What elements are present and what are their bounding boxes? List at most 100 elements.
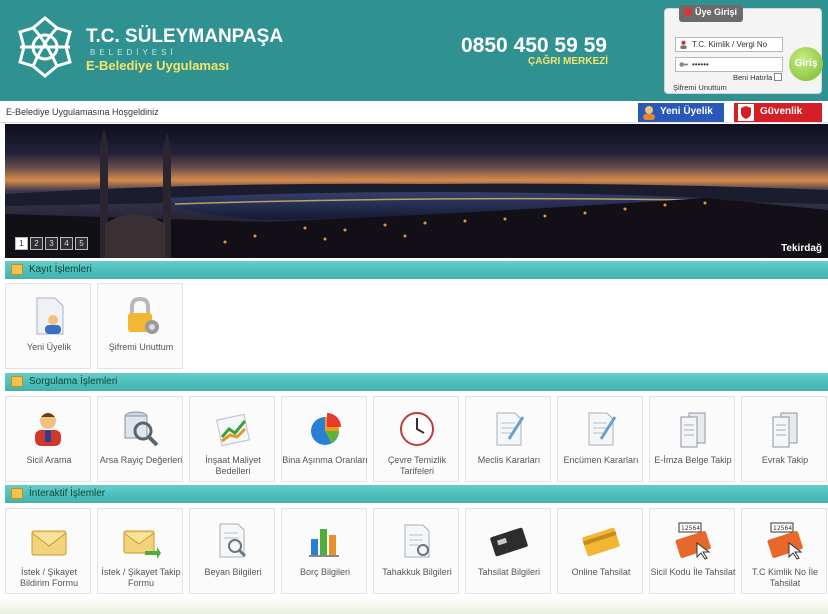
tile-borc-bilgileri[interactable]: Borç Bilgileri bbox=[281, 508, 367, 594]
section-title: İnteraktif İşlemler bbox=[29, 488, 106, 499]
remember-me-label: Beni Hatırla bbox=[733, 73, 773, 82]
tile-beyan-bilgileri[interactable]: Beyan Bilgileri bbox=[189, 508, 275, 594]
pie-chart-icon bbox=[311, 413, 341, 445]
brand-title: T.C. SÜLEYMANPAŞA bbox=[86, 26, 284, 47]
tile-label: Encümen Kararları bbox=[563, 455, 639, 465]
tiles-interaktif: İstek / Şikayet Bildirim Formu İstek / Ş… bbox=[5, 508, 827, 594]
tile-label: Bina Aşınma Oranları bbox=[282, 455, 368, 465]
tile-label: Beyan Bilgileri bbox=[204, 567, 262, 577]
tile-e-imza-belge-takip[interactable]: E-İmza Belge Takip bbox=[649, 396, 735, 482]
tile-label: Sicil Kodu İle Tahsilat bbox=[650, 567, 736, 577]
slide-button[interactable]: 5 bbox=[75, 237, 88, 250]
document-stack-icon bbox=[680, 412, 706, 448]
clock-icon bbox=[400, 412, 434, 446]
section-header-interaktif: İnteraktif İşlemler bbox=[5, 485, 828, 503]
database-search-icon bbox=[124, 411, 159, 447]
slide-button[interactable]: 2 bbox=[30, 237, 43, 250]
slide-button[interactable]: 4 bbox=[60, 237, 73, 250]
lock-icon bbox=[128, 296, 159, 334]
slide-button[interactable]: 1 bbox=[15, 237, 28, 250]
tile-sicil-arama[interactable]: Sicil Arama bbox=[5, 396, 91, 482]
tile-label: İstek / Şikayet Takip Formu bbox=[101, 567, 181, 588]
callcenter-phone: 0850 450 59 59 bbox=[461, 34, 607, 57]
tile-tahsilat-bilgileri[interactable]: Tahsilat Bilgileri bbox=[465, 508, 551, 594]
tile-label: Şifremi Unuttum bbox=[108, 342, 174, 352]
folder-icon bbox=[11, 488, 23, 499]
credit-card-icon bbox=[582, 527, 620, 557]
tile-label: T.C Kimlik No İle Tahsilat bbox=[751, 567, 818, 588]
login-tab-label: Üye Girişi bbox=[695, 7, 738, 17]
new-user-icon bbox=[36, 297, 64, 335]
tile-label: Arsa Rayiç Değerleri bbox=[99, 455, 183, 465]
document-edit-icon bbox=[404, 524, 430, 558]
tile-tahakkuk-bilgileri[interactable]: Tahakkuk Bilgileri bbox=[373, 508, 459, 594]
avatar-icon bbox=[643, 106, 655, 120]
visa-card-icon bbox=[490, 527, 528, 557]
tile-label: İnşaat Maliyet Bedelleri bbox=[205, 455, 261, 476]
tile-istek-sikayet-bildirim[interactable]: İstek / Şikayet Bildirim Formu bbox=[5, 508, 91, 594]
tile-forgot-password[interactable]: Şifremi Unuttum bbox=[97, 283, 183, 369]
password-value: •••••• bbox=[692, 60, 709, 69]
brand-app-name: E-Belediye Uygulaması bbox=[86, 58, 230, 73]
tile-arsa-rayic[interactable]: Arsa Rayiç Değerleri bbox=[97, 396, 183, 482]
document-stack-icon bbox=[772, 412, 798, 448]
login-box: Üye Girişi T.C. Kimlik / Vergi No ••••••… bbox=[664, 5, 823, 94]
tile-label: Çevre Temizlik Tarifeleri bbox=[387, 455, 447, 476]
tile-meclis-kararlari[interactable]: Meclis Kararları bbox=[465, 396, 551, 482]
new-user-button[interactable]: Yeni Üyelik bbox=[638, 103, 724, 122]
shield-icon bbox=[738, 104, 754, 121]
remember-me[interactable]: Beni Hatırla bbox=[733, 73, 783, 82]
city-banner[interactable]: 1 2 3 4 5 Tekirdağ bbox=[5, 124, 828, 258]
header: T.C. SÜLEYMANPAŞA BELEDİYESİ E-Belediye … bbox=[0, 0, 828, 101]
tiles-sorgu: Sicil Arama Arsa Rayiç Değerleri İnşaat … bbox=[5, 396, 827, 482]
user-icon bbox=[680, 40, 687, 49]
callcenter-label: ÇAĞRI MERKEZİ bbox=[528, 56, 608, 67]
person-search-icon bbox=[35, 413, 61, 446]
tile-label: Yeni Üyelik bbox=[26, 342, 72, 352]
section-title: Kayıt İşlemleri bbox=[29, 264, 92, 275]
id-number-input[interactable]: T.C. Kimlik / Vergi No bbox=[675, 37, 783, 52]
document-edit-icon bbox=[588, 412, 617, 446]
card-number-text: 12564 bbox=[773, 525, 792, 532]
night-city-photo bbox=[5, 124, 828, 258]
tile-new-user[interactable]: Yeni Üyelik bbox=[5, 283, 91, 369]
tile-online-tahsilat[interactable]: Online Tahsilat bbox=[557, 508, 643, 594]
tile-label: Online Tahsilat bbox=[571, 567, 631, 577]
tile-cevre-temizlik[interactable]: Çevre Temizlik Tarifeleri bbox=[373, 396, 459, 482]
security-button[interactable]: Güvenlik bbox=[734, 103, 822, 122]
welcome-bar: E-Belediye Uygulamasına Hoşgeldiniz Yeni… bbox=[0, 101, 828, 123]
tile-encumen-kararlari[interactable]: Encümen Kararları bbox=[557, 396, 643, 482]
tile-label: Sicil Arama bbox=[26, 455, 72, 465]
tiles-kayit: Yeni Üyelik Şifremi Unuttum bbox=[5, 283, 183, 369]
tile-evrak-takip[interactable]: Evrak Takip bbox=[741, 396, 827, 482]
tile-label: Evrak Takip bbox=[761, 455, 809, 465]
envelope-icon bbox=[31, 530, 67, 556]
tile-sicil-kodu-tahsilat[interactable]: 12564 Sicil Kodu İle Tahsilat bbox=[649, 508, 735, 594]
folder-icon bbox=[11, 264, 23, 275]
id-number-placeholder: T.C. Kimlik / Vergi No bbox=[692, 40, 768, 49]
login-tab: Üye Girişi bbox=[679, 5, 744, 22]
tile-insaat-maliyet[interactable]: İnşaat Maliyet Bedelleri bbox=[189, 396, 275, 482]
tile-label: E-İmza Belge Takip bbox=[654, 455, 732, 465]
login-submit-button[interactable]: Giriş bbox=[789, 47, 823, 81]
password-input[interactable]: •••••• bbox=[675, 57, 783, 72]
forgot-password-link[interactable]: Şifremi Unuttum bbox=[673, 83, 727, 92]
slide-nav: 1 2 3 4 5 bbox=[15, 237, 88, 250]
new-user-label: Yeni Üyelik bbox=[660, 106, 713, 117]
slide-button[interactable]: 3 bbox=[45, 237, 58, 250]
section-header-kayit: Kayıt İşlemleri bbox=[5, 261, 828, 279]
card-number-text: 12564 bbox=[681, 525, 700, 532]
line-chart-icon bbox=[216, 413, 250, 447]
tile-label: Tahakkuk Bilgileri bbox=[382, 567, 452, 577]
document-edit-icon bbox=[496, 412, 525, 446]
key-icon bbox=[679, 62, 688, 67]
welcome-text: E-Belediye Uygulamasına Hoşgeldiniz bbox=[6, 107, 159, 117]
folder-icon bbox=[11, 376, 23, 387]
remember-me-checkbox[interactable] bbox=[774, 73, 783, 81]
tile-bina-asinma[interactable]: Bina Aşınma Oranları bbox=[281, 396, 368, 482]
tile-istek-sikayet-takip[interactable]: İstek / Şikayet Takip Formu bbox=[97, 508, 183, 594]
tile-tc-kimlik-tahsilat[interactable]: 12564 T.C Kimlik No İle Tahsilat bbox=[741, 508, 827, 594]
footer-decoration bbox=[0, 596, 828, 614]
municipality-logo-icon[interactable] bbox=[16, 14, 74, 80]
section-title: Sorgulama İşlemleri bbox=[29, 376, 118, 387]
